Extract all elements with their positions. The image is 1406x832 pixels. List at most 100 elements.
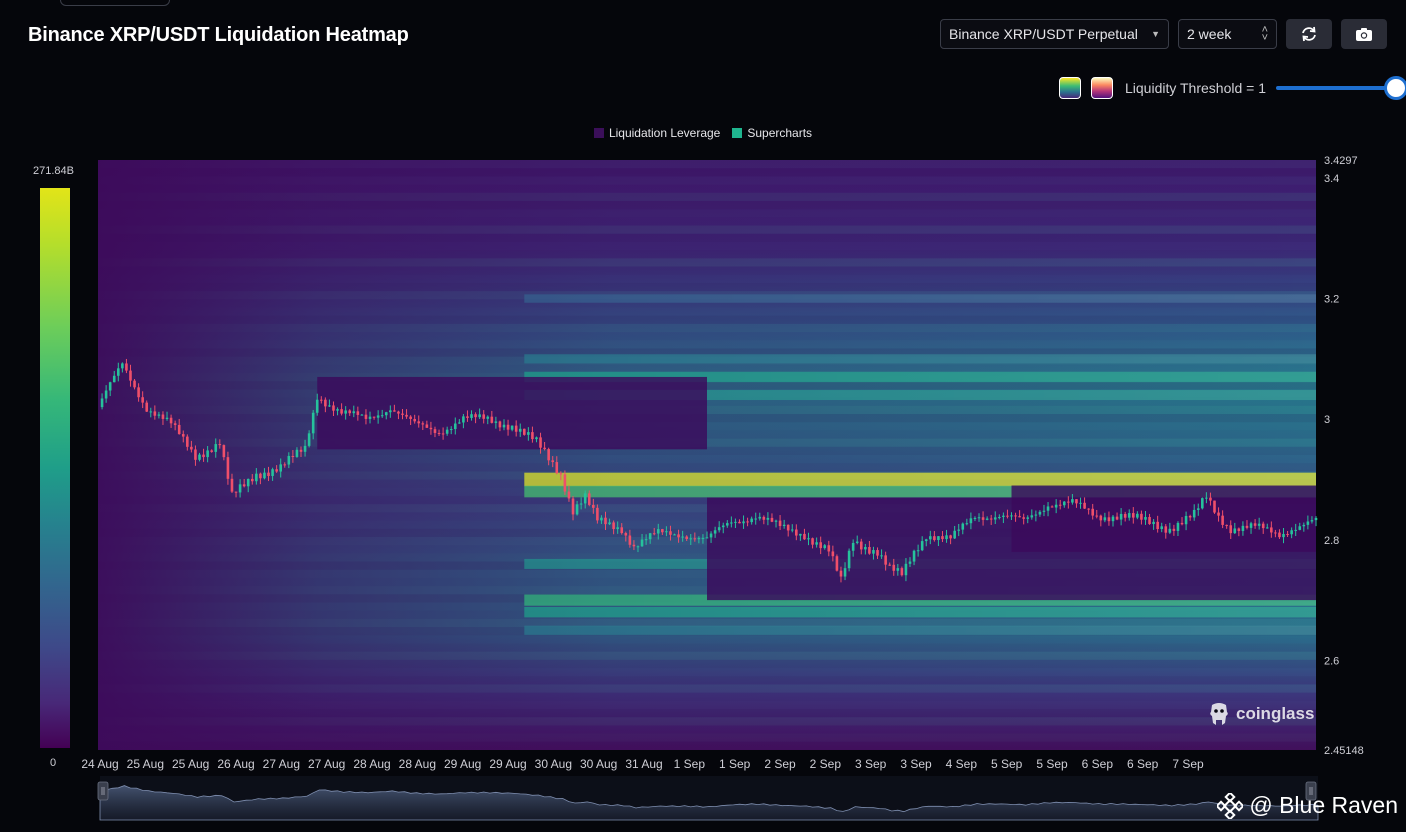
candle-body [502, 424, 506, 428]
candle-body [539, 437, 542, 448]
candle-body [1014, 515, 1017, 517]
candle-body [811, 538, 814, 545]
candle-body [1071, 499, 1074, 503]
candle-body [421, 423, 425, 425]
candle-body [372, 416, 376, 418]
liquidity-band [524, 625, 1316, 635]
candle-body [320, 399, 323, 401]
candle-body [920, 541, 924, 551]
heatmap-area [98, 160, 1316, 750]
candle-body [726, 523, 729, 526]
candle-body [478, 414, 481, 418]
candle-body [1180, 522, 1184, 525]
candle-body [218, 444, 222, 446]
candle-body [112, 375, 116, 383]
candle-body [417, 421, 421, 424]
candle-body [514, 425, 518, 432]
candle-body [149, 411, 153, 413]
band-glow [524, 354, 1316, 364]
candle-body [1038, 511, 1042, 515]
x-tick-label: 30 Aug [535, 757, 572, 771]
candle-body [177, 424, 181, 435]
candle-body [437, 432, 441, 434]
x-tick-label: 6 Sep [1127, 757, 1159, 771]
candle-body [924, 539, 928, 542]
candle-body [567, 491, 571, 499]
candle-body [677, 534, 680, 538]
candle-body [770, 517, 774, 522]
candle-body [368, 416, 372, 419]
candle-body [1010, 515, 1013, 517]
candle-body [413, 418, 416, 422]
candle-body [1148, 517, 1151, 525]
x-tick-label: 25 Aug [127, 757, 164, 771]
y-axis: 3.4297 3.4 3.2 3 2.8 2.6 2.45148 [1324, 155, 1364, 757]
candle-body [1091, 508, 1094, 516]
candle-body [1229, 525, 1233, 534]
x-tick-label: 3 Sep [900, 757, 932, 771]
candle-body [681, 536, 684, 538]
candle-body [445, 429, 449, 434]
candle-body [190, 446, 193, 450]
candle-body [108, 382, 112, 391]
candle-body [482, 414, 485, 419]
watermark-text: coinglass [1236, 704, 1315, 723]
candle-body [1168, 528, 1172, 533]
candle-body [969, 518, 973, 524]
candle-body [945, 535, 948, 540]
candle-body [181, 434, 185, 437]
candle-body [1294, 529, 1297, 531]
navigator-handle[interactable] [97, 781, 109, 801]
band-glow [524, 606, 1316, 618]
candle-body [628, 535, 632, 545]
candle-body [1132, 513, 1135, 518]
candle-body [665, 531, 668, 533]
candle-body [161, 414, 165, 419]
candle-body [600, 517, 603, 521]
candle-body [315, 399, 319, 413]
candle-body [173, 423, 177, 425]
candle-body [547, 449, 550, 461]
candle-body [644, 539, 648, 541]
candle-body [133, 380, 136, 388]
candle-body [344, 410, 347, 414]
y-tick-label: 3.4 [1324, 173, 1339, 185]
candle-body [1107, 517, 1111, 522]
candle-body [1192, 509, 1196, 518]
candle-body [1022, 517, 1025, 519]
candle-body [198, 454, 201, 460]
candle-body [490, 416, 494, 423]
candle-body [336, 409, 339, 411]
candle-body [734, 521, 737, 523]
candle-body [762, 516, 766, 520]
candle-body [1119, 513, 1123, 520]
candle-body [1046, 506, 1050, 511]
candle-body [705, 537, 709, 539]
candle-body [1050, 506, 1054, 508]
candle-body [888, 564, 891, 566]
candle-body [441, 433, 445, 435]
candle-body [1002, 515, 1005, 518]
candle-body [1042, 510, 1046, 512]
candle-body [543, 447, 546, 450]
candle-body [1087, 508, 1090, 510]
x-tick-label: 26 Aug [217, 757, 254, 771]
candle-body [835, 556, 839, 571]
candle-body [989, 518, 993, 520]
candle-body [474, 414, 477, 418]
candle-body [449, 429, 453, 431]
candle-body [908, 561, 912, 564]
candle-body [620, 527, 624, 534]
x-tick-label: 28 Aug [353, 757, 390, 771]
candle-body [1127, 513, 1131, 518]
candle-body [1245, 525, 1249, 528]
x-tick-label: 31 Aug [625, 757, 662, 771]
x-tick-label: 27 Aug [308, 757, 345, 771]
candle-body [340, 409, 343, 414]
liquidity-band [524, 294, 1316, 303]
candle-body [527, 432, 530, 435]
candle-body [766, 517, 770, 520]
candle-body [214, 444, 218, 452]
candle-body [523, 428, 526, 435]
candle-body [307, 433, 311, 446]
